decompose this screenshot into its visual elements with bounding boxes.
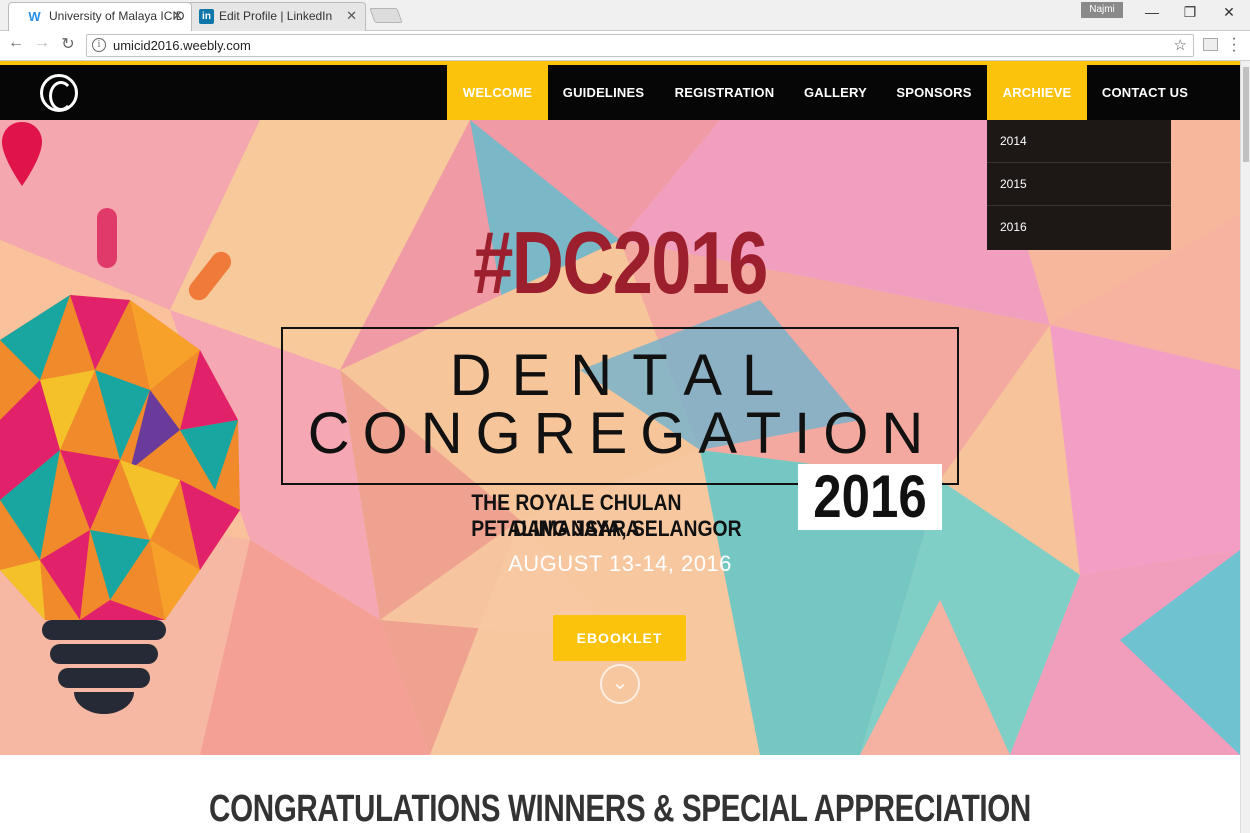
- scroll-down-icon[interactable]: ⌄: [600, 664, 640, 704]
- site-header: WELCOME GUIDELINES REGISTRATION GALLERY …: [0, 61, 1240, 120]
- close-window-icon[interactable]: ✕: [1214, 4, 1244, 21]
- new-tab-button[interactable]: [369, 8, 403, 23]
- extension-icon[interactable]: [1203, 38, 1218, 51]
- tab-university-of-malaya[interactable]: W University of Malaya ICID ✕: [8, 2, 192, 31]
- url-text: umicid2016.weebly.com: [113, 38, 251, 53]
- close-tab-icon[interactable]: ✕: [346, 3, 357, 29]
- tab-linkedin[interactable]: in Edit Profile | LinkedIn ✕: [186, 2, 366, 31]
- site-logo[interactable]: [40, 74, 78, 112]
- nav-archieve[interactable]: ARCHIEVE: [987, 65, 1087, 120]
- menu-icon[interactable]: · · ·: [1230, 31, 1238, 59]
- title-line-congregation: CONGREGATION: [307, 401, 937, 466]
- address-bar[interactable]: i umicid2016.weebly.com ☆: [86, 34, 1194, 57]
- nav-sponsors[interactable]: SPONSORS: [881, 65, 987, 120]
- archive-item-2016[interactable]: 2016: [987, 206, 1171, 249]
- scrollbar-thumb[interactable]: [1243, 67, 1249, 162]
- event-date: AUGUST 13-14, 2016: [508, 551, 732, 576]
- nav-welcome[interactable]: WELCOME: [447, 65, 548, 120]
- year-text: 2016: [813, 463, 927, 530]
- weebly-icon: W: [27, 9, 42, 24]
- browser-toolbar: ← → ↻ i umicid2016.weebly.com ☆ · · ·: [0, 31, 1250, 61]
- event-title-box: DENTAL CONGREGATION: [281, 327, 959, 485]
- location-pin-icon: [2, 122, 42, 186]
- ebooklet-button[interactable]: EBOOKLET: [553, 615, 686, 661]
- hashtag-title: #DC2016: [473, 213, 768, 312]
- nav-guidelines[interactable]: GUIDELINES: [548, 65, 659, 120]
- reload-icon[interactable]: ↻: [56, 34, 80, 54]
- web-page: WELCOME GUIDELINES REGISTRATION GALLERY …: [0, 61, 1240, 833]
- venue-line-2: PETALING JAYA, SELANGOR: [471, 516, 742, 541]
- nav-contact-us[interactable]: CONTACT US: [1087, 65, 1203, 120]
- title-line-dental: DENTAL: [449, 343, 795, 408]
- nav-gallery[interactable]: GALLERY: [790, 65, 881, 120]
- close-tab-icon[interactable]: ✕: [172, 3, 183, 29]
- linkedin-icon: in: [199, 9, 214, 24]
- year-badge: 2016: [798, 464, 942, 530]
- archive-item-2014[interactable]: 2014: [987, 120, 1171, 163]
- info-icon[interactable]: i: [92, 38, 106, 52]
- bookmark-star-icon[interactable]: ☆: [1174, 36, 1187, 54]
- section-title: CONGRATULATIONS WINNERS & SPECIAL APPREC…: [209, 788, 1031, 830]
- profile-badge[interactable]: Najmi: [1081, 2, 1123, 18]
- lightbulb-illustration: [0, 208, 240, 714]
- nav-registration[interactable]: REGISTRATION: [659, 65, 790, 120]
- browser-tab-bar: W University of Malaya ICID ✕ in Edit Pr…: [0, 0, 1250, 31]
- minimize-icon[interactable]: —: [1137, 4, 1167, 20]
- forward-icon[interactable]: →: [30, 34, 54, 52]
- restore-icon[interactable]: ❐: [1175, 4, 1205, 21]
- back-icon[interactable]: ←: [4, 34, 28, 52]
- page-scrollbar[interactable]: [1240, 61, 1250, 833]
- archive-item-2015[interactable]: 2015: [987, 163, 1171, 206]
- archive-dropdown: 2014 2015 2016: [987, 120, 1171, 250]
